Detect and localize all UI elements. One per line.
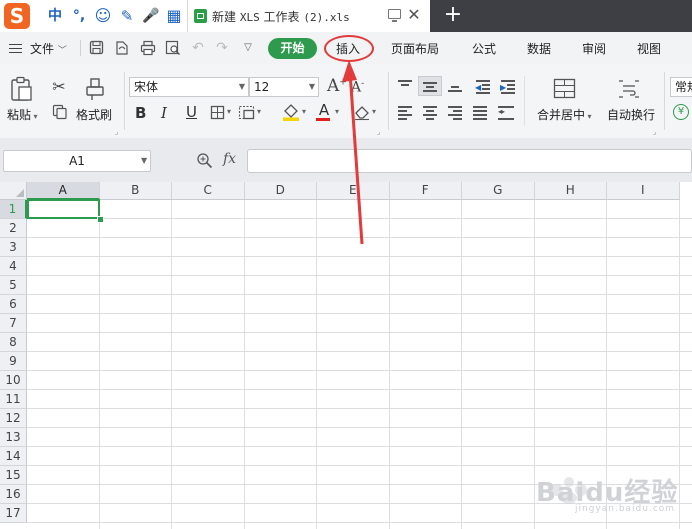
grid-row-line	[27, 389, 692, 390]
column-header-d[interactable]: D	[244, 182, 317, 200]
column-header-a[interactable]: A	[27, 182, 100, 200]
row-header-7[interactable]: 7	[0, 314, 27, 333]
active-cell-a1[interactable]	[27, 199, 100, 219]
grid-row-line	[27, 408, 692, 409]
column-header-b[interactable]: B	[99, 182, 172, 200]
row-header-2[interactable]: 2	[0, 219, 27, 238]
grid-row-line	[27, 313, 692, 314]
grid-column-line	[316, 200, 317, 529]
grid-column-line	[461, 200, 462, 529]
row-header-3[interactable]: 3	[0, 238, 27, 257]
column-header-g[interactable]: G	[462, 182, 535, 200]
grid-row-line	[27, 446, 692, 447]
row-header-12[interactable]: 12	[0, 409, 27, 428]
grid-row-line	[27, 522, 692, 523]
grid-row-line	[27, 370, 692, 371]
row-header-8[interactable]: 8	[0, 333, 27, 352]
grid-row-line	[27, 332, 692, 333]
column-header-f[interactable]: F	[389, 182, 462, 200]
row-header-11[interactable]: 11	[0, 390, 27, 409]
grid-row-line	[27, 275, 692, 276]
annotation-arrow	[342, 60, 364, 245]
column-header-h[interactable]: H	[534, 182, 607, 200]
baidu-watermark-url: jingyan.baidu.com	[575, 504, 676, 514]
fill-handle[interactable]	[97, 216, 104, 223]
grid-row-line	[27, 427, 692, 428]
row-header-16[interactable]: 16	[0, 485, 27, 504]
row-header-4[interactable]: 4	[0, 257, 27, 276]
column-header-i[interactable]: I	[607, 182, 680, 200]
row-header-5[interactable]: 5	[0, 276, 27, 295]
row-header-14[interactable]: 14	[0, 447, 27, 466]
row-header-17[interactable]: 17	[0, 504, 27, 523]
grid-column-line	[243, 200, 245, 529]
grid-row-line	[27, 256, 692, 257]
row-header-6[interactable]: 6	[0, 295, 27, 314]
row-header-13[interactable]: 13	[0, 428, 27, 447]
row-header-1[interactable]: 1	[0, 200, 27, 219]
grid-row-line	[27, 294, 692, 295]
row-header-9[interactable]: 9	[0, 352, 27, 371]
grid-column-line	[171, 200, 172, 529]
grid-row-line	[27, 351, 692, 352]
grid-column-line	[98, 200, 100, 529]
row-header-10[interactable]: 10	[0, 371, 27, 390]
select-all-corner[interactable]	[0, 182, 27, 200]
column-header-c[interactable]: C	[172, 182, 245, 200]
row-header-15[interactable]: 15	[0, 466, 27, 485]
grid-column-line	[388, 200, 390, 529]
